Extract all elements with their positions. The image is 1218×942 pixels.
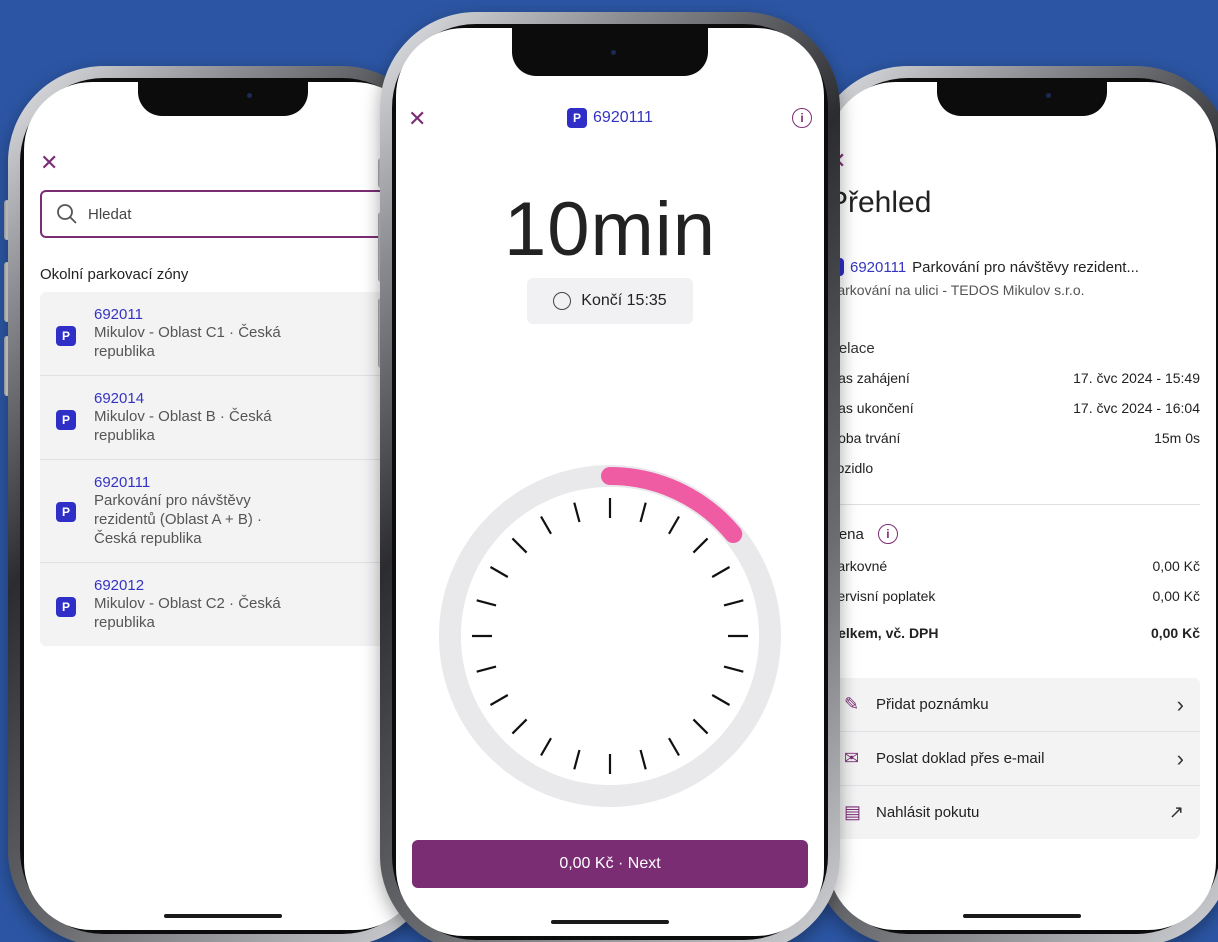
document-icon: ▤: [844, 802, 862, 822]
next-button[interactable]: 0,00 Kč · Next: [412, 840, 808, 888]
session-row-end: Čas ukončení 17. čvc 2024 - 16:04: [828, 400, 1200, 416]
phone-center: ✕ P 6920111 i 10min Končí 15:35 0,00 Kč …: [380, 12, 840, 942]
chevron-right-icon: ›: [1176, 691, 1184, 717]
info-icon[interactable]: i: [877, 524, 898, 544]
price-row-parking: Parkovné 0,00 Kč: [828, 558, 1200, 574]
report-fine-button[interactable]: ▤ Nahlásit pokutu ↗: [828, 786, 1200, 839]
phone-right: ✕ Přehled P 6920111 Parkování pro návště…: [812, 66, 1218, 942]
session-row-duration: Doba trvání 15m 0s: [828, 430, 1200, 446]
close-icon[interactable]: ✕: [40, 152, 58, 174]
background: ✕ Hledat Okolní parkovací zóny P 692011 …: [0, 0, 1218, 942]
end-time-label: Končí 15:35: [581, 292, 667, 309]
notch: [937, 82, 1107, 116]
zone-code: 6920111: [94, 474, 151, 491]
info-icon[interactable]: i: [792, 108, 812, 128]
send-receipt-button[interactable]: ✉ Poslat doklad přes e-mail ›: [828, 732, 1200, 786]
zone-code: 692014: [94, 390, 145, 407]
parking-zone-icon: P: [56, 410, 76, 430]
clock-icon: [553, 292, 572, 310]
zone-list-item[interactable]: P 692012 Mikulov - Oblast C2 · Česká rep…: [40, 563, 422, 646]
dial-face: [461, 487, 759, 785]
price-row-service: Servisní poplatek 0,00 Kč: [828, 588, 1200, 604]
duration-screen: ✕ P 6920111 i 10min Končí 15:35 0,00 Kč …: [396, 28, 824, 936]
parking-zone-icon: P: [567, 108, 588, 128]
add-note-button[interactable]: ✎ Přidat poznámku ›: [828, 678, 1200, 732]
zone-list: P 692011 Mikulov - Oblast C1 · Česká rep…: [40, 292, 422, 646]
search-input[interactable]: Hledat: [40, 190, 422, 238]
end-time-pill: Končí 15:35: [527, 278, 693, 324]
header: ✕ P 6920111 i: [396, 108, 824, 138]
zone-code: 692011: [94, 306, 143, 323]
operator-name: Parkování na ulici - TEDOS Mikulov s.r.o…: [828, 282, 1085, 298]
page-title: Přehled: [828, 186, 932, 219]
zone-name: Mikulov - Oblast B · Česká republika: [94, 408, 272, 444]
price-total: Celkem, vč. DPH 0,00 Kč: [828, 625, 1200, 641]
parking-zone-icon: P: [56, 597, 76, 617]
overview-screen: ✕ Přehled P 6920111 Parkování pro návště…: [828, 82, 1216, 930]
zone-header: P 6920111 Parkování pro návštěvy reziden…: [828, 258, 1139, 276]
zone-list-item[interactable]: P 6920111 Parkování pro návštěvy reziden…: [40, 460, 422, 563]
zone-list-item[interactable]: P 692011 Mikulov - Oblast C1 · Česká rep…: [40, 292, 422, 376]
section-title: Okolní parkovací zóny: [40, 266, 189, 283]
chevron-right-icon: ›: [1176, 745, 1184, 771]
search-icon: [57, 204, 77, 224]
session-row-start: Čas zahájení 17. čvc 2024 - 15:49: [828, 370, 1200, 386]
phone-left: ✕ Hledat Okolní parkovací zóny P 692011 …: [8, 66, 438, 942]
zone-name: Mikulov - Oblast C2 · Česká republika: [94, 595, 281, 631]
zone-code: 6920111: [850, 258, 907, 276]
parking-zone-icon: P: [56, 326, 76, 346]
zone-list-item[interactable]: P 692014 Mikulov - Oblast B · Česká repu…: [40, 376, 422, 460]
divider: [828, 504, 1200, 505]
envelope-icon: ✉: [844, 748, 860, 768]
duration-dial[interactable]: [430, 456, 790, 816]
parking-zone-icon: P: [56, 502, 76, 522]
home-indicator: [963, 914, 1081, 918]
action-list: ✎ Přidat poznámku › ✉ Poslat doklad přes…: [828, 678, 1200, 839]
search-screen: ✕ Hledat Okolní parkovací zóny P 692011 …: [24, 82, 422, 930]
notch: [138, 82, 308, 116]
session-row-vehicle: Vozidlo: [828, 460, 874, 476]
external-link-icon: ↗: [1168, 802, 1184, 822]
zone-name: Parkování pro návštěvy rezident...: [912, 258, 1139, 276]
zone-code: 6920111: [593, 109, 653, 126]
home-indicator: [551, 920, 669, 924]
zone-name: Mikulov - Oblast C1 · Česká republika: [94, 324, 281, 360]
notch: [512, 28, 708, 76]
home-indicator: [164, 914, 282, 918]
search-placeholder: Hledat: [88, 205, 132, 223]
tag-icon: ✎: [844, 694, 860, 714]
zone-code: 692012: [94, 577, 145, 594]
zone-header: P 6920111: [396, 108, 824, 128]
duration-display: 10min: [504, 187, 716, 272]
zone-name: Parkování pro návštěvy rezidentů (Oblast…: [94, 492, 262, 547]
